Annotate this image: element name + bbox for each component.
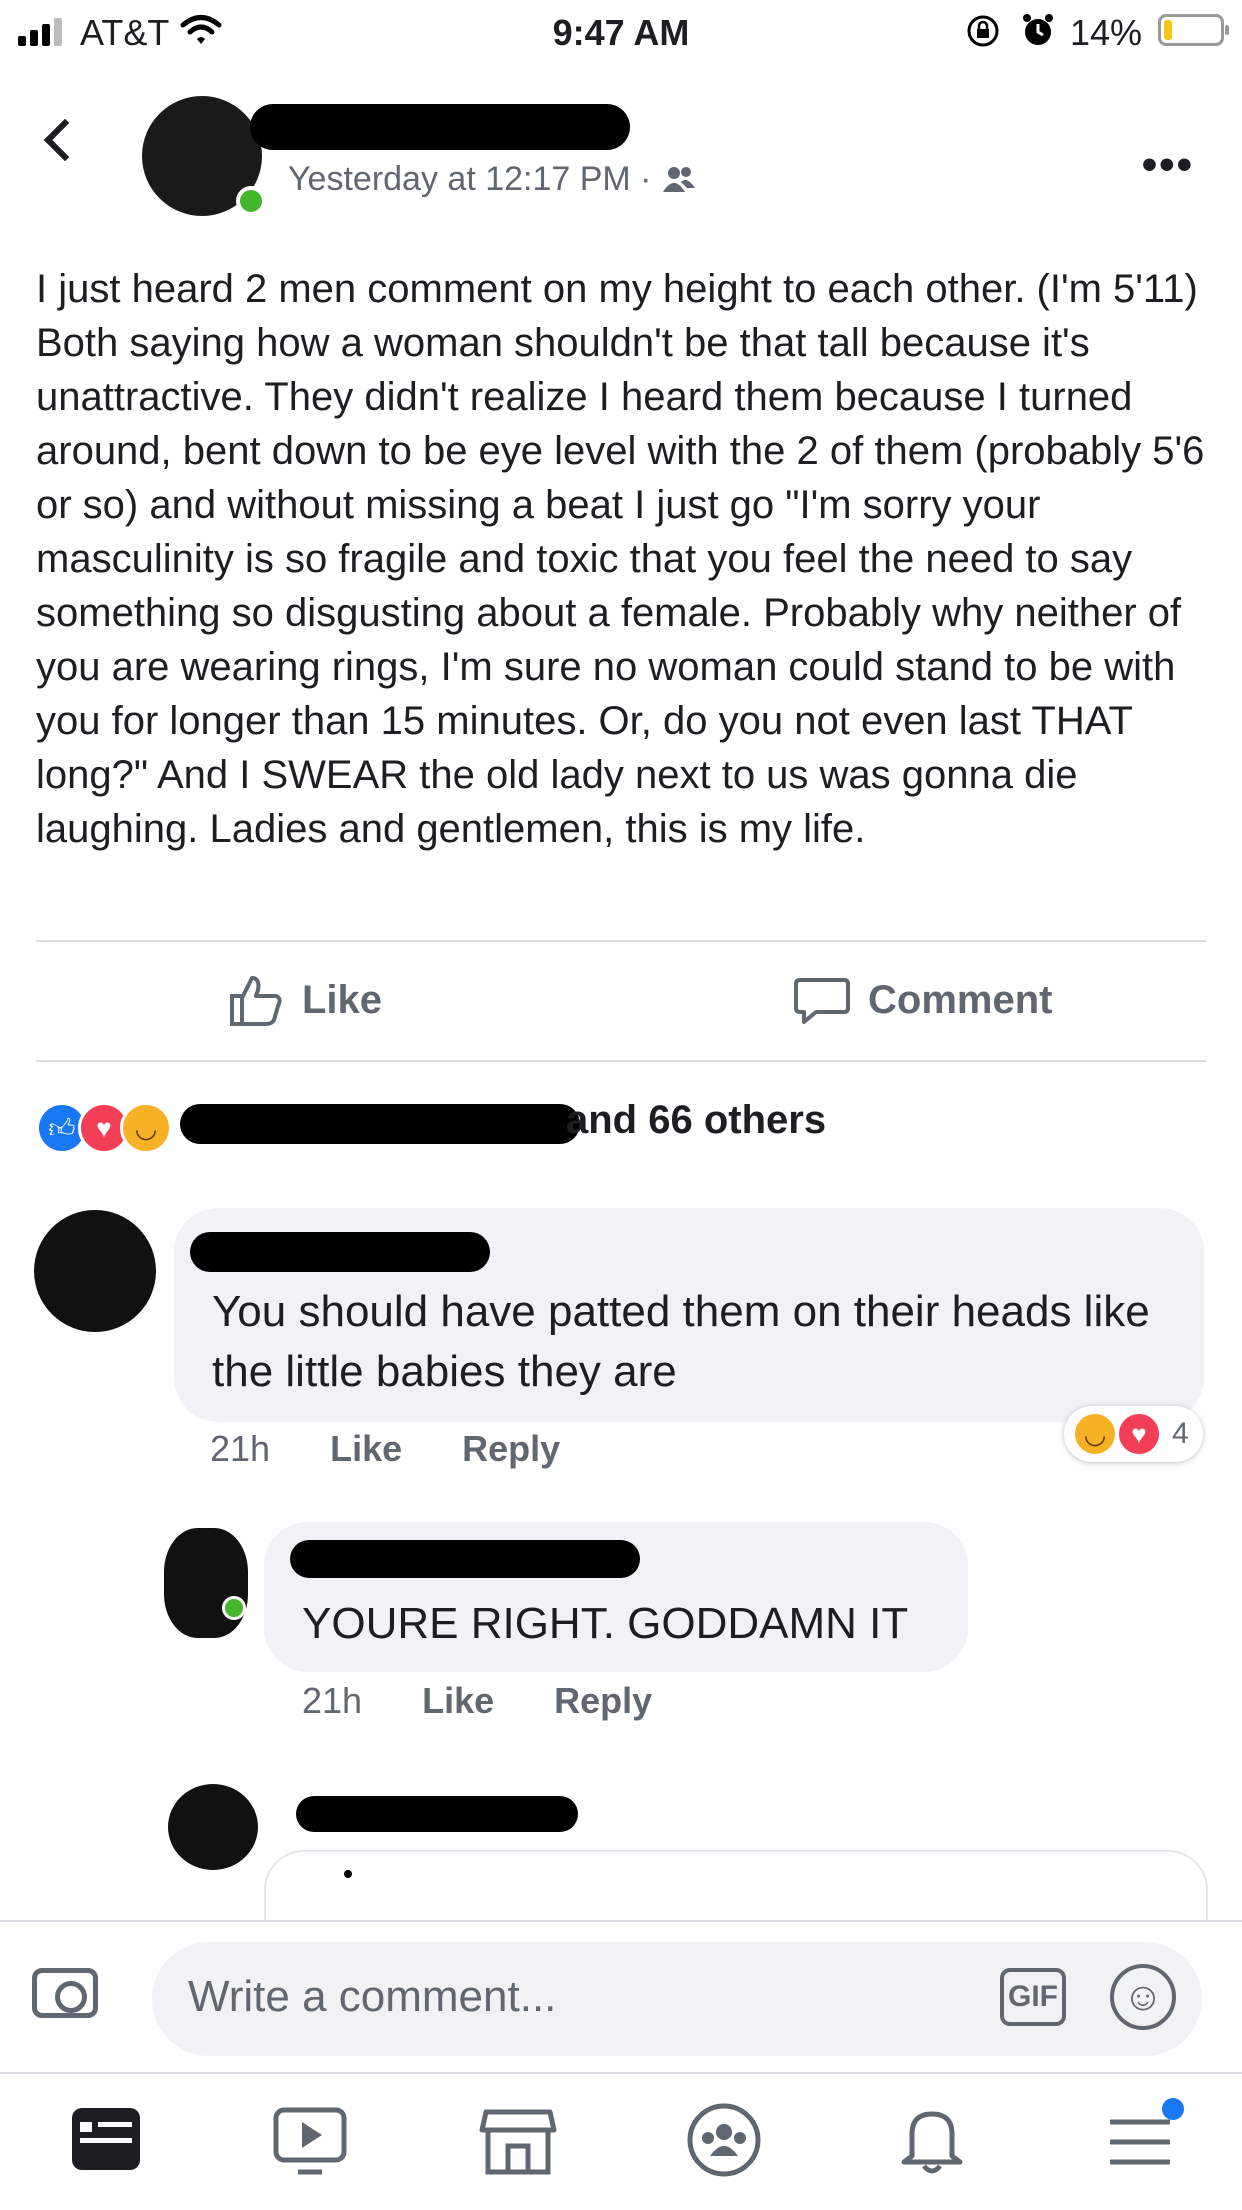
comment-icon (794, 978, 850, 1024)
redacted-third-name (296, 1796, 578, 1832)
post-timestamp-text: Yesterday at 12:17 PM · (288, 160, 661, 198)
redacted-commenter-name (190, 1232, 490, 1272)
divider (36, 1060, 1206, 1062)
like-button[interactable]: Like (228, 972, 382, 1028)
commenter-avatar[interactable] (34, 1210, 156, 1332)
more-options-icon[interactable]: ••• (1142, 140, 1194, 190)
menu-notification-dot (1162, 2098, 1184, 2120)
comment-time: 21h (210, 1428, 271, 1469)
online-indicator (236, 186, 266, 216)
reply-avatar[interactable] (164, 1528, 248, 1638)
love-reaction-icon: ♥ (1116, 1411, 1162, 1457)
reactions-summary[interactable]: 👍︎ ♥ ◡ (36, 1102, 172, 1154)
comment-reactions-badge[interactable]: ◡ ♥ 4 (1064, 1406, 1203, 1462)
comment-input-placeholder: Write a comment... (188, 1972, 557, 2021)
battery-level (1164, 20, 1172, 40)
watch-icon[interactable] (270, 2100, 350, 2180)
comment-text: You should have patted them on their hea… (212, 1287, 1150, 1396)
comment-meta: 21h Like Reply (210, 1428, 560, 1470)
redacted-reactor-names (180, 1104, 580, 1144)
emoji-icon[interactable]: ☺ (1110, 1964, 1176, 2030)
typing-dot (344, 1870, 352, 1878)
alarm-icon (1023, 14, 1053, 45)
redacted-reply-name (290, 1540, 640, 1578)
rotation-lock-icon (967, 15, 999, 47)
reply-like-button[interactable]: Like (422, 1680, 494, 1721)
bottom-tab-bar (0, 2072, 1242, 2210)
reply-text: YOURE RIGHT. GODDAMN IT (302, 1599, 909, 1648)
news-feed-icon[interactable] (66, 2100, 146, 2180)
thumbs-up-icon (230, 976, 282, 1026)
comment-label: Comment (868, 977, 1053, 1022)
post-body: I just heard 2 men comment on my height … (36, 267, 1205, 851)
third-commenter-avatar[interactable] (168, 1784, 258, 1870)
gif-button[interactable]: GIF (1000, 1968, 1066, 2026)
like-label: Like (302, 977, 383, 1022)
divider (36, 940, 1206, 942)
comment-button[interactable]: Comment (794, 972, 1052, 1028)
status-bar: AT&T 9:47 AM 14% (0, 0, 1242, 62)
comment-reply-button[interactable]: Reply (462, 1428, 560, 1469)
reply-meta: 21h Like Reply (302, 1680, 652, 1722)
reaction-count-text[interactable]: and 66 others (566, 1098, 826, 1143)
battery-icon (1158, 14, 1229, 46)
haha-reaction-icon: ◡ (120, 1102, 172, 1154)
post-timestamp[interactable]: Yesterday at 12:17 PM · (288, 160, 697, 199)
back-chevron-icon[interactable] (43, 118, 87, 162)
friends-icon (662, 167, 695, 192)
notifications-icon[interactable] (892, 2100, 972, 2180)
comment-reaction-count: 4 (1172, 1417, 1189, 1450)
reply-reply-button[interactable]: Reply (554, 1680, 652, 1721)
haha-reaction-icon: ◡ (1072, 1411, 1118, 1457)
marketplace-icon[interactable] (478, 2100, 558, 2180)
battery-percent: 14% (1069, 12, 1142, 53)
reply-time: 21h (302, 1680, 363, 1721)
camera-icon[interactable] (32, 1968, 98, 2018)
comment-like-button[interactable]: Like (330, 1428, 402, 1469)
redacted-author-name (250, 104, 630, 150)
online-indicator (222, 1596, 246, 1620)
groups-icon[interactable] (684, 2100, 764, 2180)
